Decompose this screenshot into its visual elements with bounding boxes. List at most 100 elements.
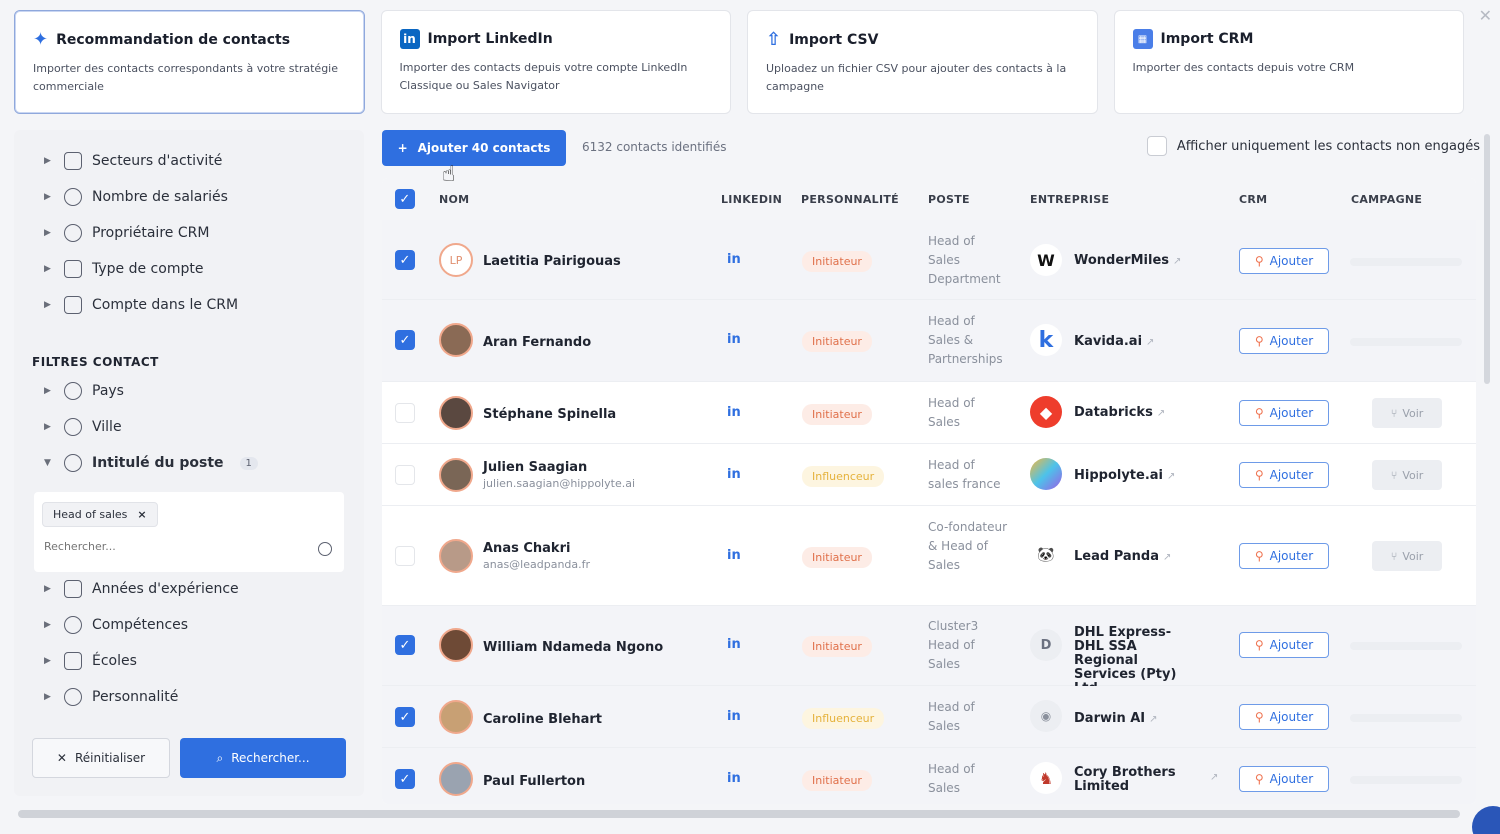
add-contacts-button[interactable]: + Ajouter 40 contacts <box>382 130 566 166</box>
col-linkedin[interactable]: LINKEDIN <box>721 193 782 206</box>
filter-experience[interactable]: ▶ Années d'expérience <box>44 580 239 598</box>
company-name[interactable]: WonderMiles ↗ <box>1074 254 1181 269</box>
row-checkbox[interactable]: ✓ <box>395 707 415 727</box>
filter-personnalite[interactable]: ▶ Personnalité <box>44 688 178 706</box>
table-row[interactable]: ✓ Caroline Blehart in Influenceur Head o… <box>382 686 1476 748</box>
linkedin-icon[interactable]: in <box>727 771 741 786</box>
company-name[interactable]: Lead Panda ↗ <box>1074 550 1171 565</box>
non-engaged-toggle[interactable]: Afficher uniquement les contacts non eng… <box>1146 136 1480 156</box>
external-link-icon[interactable]: ↗ <box>1167 471 1175 482</box>
personality-badge: Initiateur <box>802 547 872 568</box>
contact-name[interactable]: Stéphane Spinella <box>483 407 616 422</box>
external-link-icon[interactable]: ↗ <box>1173 256 1181 267</box>
job-search-input[interactable] <box>44 540 304 553</box>
contact-name[interactable]: Julien Saagian <box>483 460 587 475</box>
search-icon[interactable] <box>318 542 332 556</box>
col-poste[interactable]: POSTE <box>928 193 970 206</box>
company-name[interactable]: Databricks ↗ <box>1074 406 1165 421</box>
job-title: Head of Sales <box>928 762 975 795</box>
col-entreprise[interactable]: ENTREPRISE <box>1030 193 1109 206</box>
search-button[interactable]: ⌕ Rechercher... <box>180 738 346 778</box>
col-personnalite[interactable]: PERSONNALITÉ <box>801 193 899 206</box>
voir-button[interactable]: ⑂ Voir <box>1372 541 1442 571</box>
filter-salaries[interactable]: ▶ Nombre de salariés <box>44 188 228 206</box>
filter-secteurs[interactable]: ▶ Secteurs d'activité <box>44 152 222 170</box>
vertical-scrollbar[interactable] <box>1484 134 1490 384</box>
col-campagne[interactable]: CAMPAGNE <box>1351 193 1422 206</box>
filter-pays[interactable]: ▶ Pays <box>44 382 124 400</box>
crm-add-button[interactable]: ⚲ Ajouter <box>1239 248 1329 274</box>
company-name[interactable]: Kavida.ai ↗ <box>1074 335 1154 350</box>
external-link-icon[interactable]: ↗ <box>1146 337 1154 348</box>
contact-name[interactable]: William Ndameda Ngono <box>483 640 663 655</box>
company-name[interactable]: Hippolyte.ai ↗ <box>1074 469 1175 484</box>
row-checkbox[interactable] <box>395 546 415 566</box>
table-row[interactable]: ✓ Paul Fullerton in Initiateur Head of S… <box>382 748 1476 804</box>
filter-compte-crm[interactable]: ▶ Compte dans le CRM <box>44 296 238 314</box>
filter-proprietaire-crm[interactable]: ▶ Propriétaire CRM <box>44 224 209 242</box>
card-desc: Uploadez un fichier CSV pour ajouter des… <box>766 62 1067 93</box>
contact-name[interactable]: Paul Fullerton <box>483 774 585 789</box>
linkedin-icon[interactable]: in <box>727 252 741 267</box>
horizontal-scrollbar[interactable] <box>18 810 1460 818</box>
col-crm[interactable]: CRM <box>1239 193 1267 206</box>
contact-name[interactable]: Aran Fernando <box>483 335 591 350</box>
job-title: Head of Sales <box>928 396 975 429</box>
linkedin-icon[interactable]: in <box>727 405 741 420</box>
chat-widget-icon[interactable] <box>1472 806 1500 834</box>
linkedin-icon[interactable]: in <box>727 709 741 724</box>
external-link-icon[interactable]: ↗ <box>1163 552 1171 563</box>
linkedin-icon[interactable]: in <box>727 467 741 482</box>
external-link-icon[interactable]: ↗ <box>1157 408 1165 419</box>
remove-chip-icon[interactable]: × <box>137 508 146 521</box>
row-checkbox[interactable]: ✓ <box>395 330 415 350</box>
filter-ville[interactable]: ▶ Ville <box>44 418 122 436</box>
external-link-icon[interactable]: ↗ <box>1149 714 1157 725</box>
filter-competences[interactable]: ▶ Compétences <box>44 616 188 634</box>
contact-name[interactable]: Anas Chakri <box>483 541 570 556</box>
contact-name[interactable]: Caroline Blehart <box>483 712 602 727</box>
company-name[interactable]: Cory Brothers Limited <box>1074 766 1194 794</box>
close-icon[interactable]: ✕ <box>1479 6 1492 25</box>
table-row[interactable]: Stéphane Spinella in Initiateur Head of … <box>382 382 1476 444</box>
card-import-csv[interactable]: ⇧ Import CSV Uploadez un fichier CSV pou… <box>747 10 1098 114</box>
card-import-crm[interactable]: ▦ Import CRM Importer des contacts depui… <box>1113 10 1464 114</box>
company-name[interactable]: Darwin AI ↗ <box>1074 712 1158 727</box>
crm-add-button[interactable]: ⚲ Ajouter <box>1239 462 1329 488</box>
row-checkbox[interactable]: ✓ <box>395 250 415 270</box>
card-import-linkedin[interactable]: in Import LinkedIn Importer des contacts… <box>380 10 731 114</box>
crm-add-button[interactable]: ⚲ Ajouter <box>1239 328 1329 354</box>
contact-name[interactable]: Laetitia Pairigouas <box>483 254 621 269</box>
crm-add-button[interactable]: ⚲ Ajouter <box>1239 400 1329 426</box>
voir-button[interactable]: ⑂ Voir <box>1372 398 1442 428</box>
table-row[interactable]: Julien Saagian julien.saagian@hippolyte.… <box>382 444 1476 506</box>
filter-intitule-poste[interactable]: ▼ Intitulé du poste 1 <box>44 454 258 472</box>
crm-add-button[interactable]: ⚲ Ajouter <box>1239 632 1329 658</box>
card-title: Import CRM <box>1160 31 1254 47</box>
row-checkbox[interactable]: ✓ <box>395 635 415 655</box>
linkedin-icon[interactable]: in <box>727 548 741 563</box>
row-checkbox[interactable] <box>395 403 415 423</box>
row-checkbox[interactable] <box>395 465 415 485</box>
row-checkbox[interactable]: ✓ <box>395 769 415 789</box>
voir-button[interactable]: ⑂ Voir <box>1372 460 1442 490</box>
filter-ecoles[interactable]: ▶ Écoles <box>44 652 137 670</box>
databricks-logo: ◆ <box>1030 396 1062 428</box>
col-nom[interactable]: NOM <box>439 193 469 206</box>
reset-button[interactable]: ✕ Réinitialiser <box>32 738 170 778</box>
linkedin-icon[interactable]: in <box>727 637 741 652</box>
caret-right-icon: ▶ <box>44 300 51 310</box>
table-row[interactable]: ✓ William Ndameda Ngono in Initiateur Cl… <box>382 606 1476 696</box>
crm-add-button[interactable]: ⚲ Ajouter <box>1239 766 1329 792</box>
table-row[interactable]: ✓ LP Laetitia Pairigouas in Initiateur H… <box>382 220 1476 300</box>
select-all-checkbox[interactable]: ✓ <box>395 189 415 209</box>
crm-add-button[interactable]: ⚲ Ajouter <box>1239 543 1329 569</box>
card-recommandation[interactable]: ✦ Recommandation de contacts Importer de… <box>14 10 365 114</box>
filter-type-compte[interactable]: ▶ Type de compte <box>44 260 203 278</box>
linkedin-icon[interactable]: in <box>727 332 741 347</box>
table-row[interactable]: ✓ Aran Fernando in Initiateur Head of Sa… <box>382 300 1476 382</box>
external-link-icon[interactable]: ↗ <box>1210 772 1218 783</box>
non-engaged-checkbox[interactable] <box>1146 136 1167 156</box>
table-row[interactable]: Anas Chakri anas@leadpanda.fr in Initiat… <box>382 506 1476 606</box>
crm-add-button[interactable]: ⚲ Ajouter <box>1239 704 1329 730</box>
